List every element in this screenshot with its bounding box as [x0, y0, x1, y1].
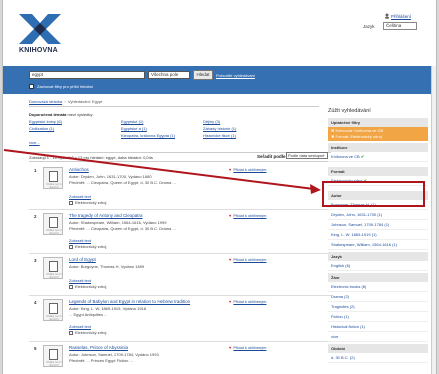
annotation-arrow-icon: [3, 149, 321, 194]
